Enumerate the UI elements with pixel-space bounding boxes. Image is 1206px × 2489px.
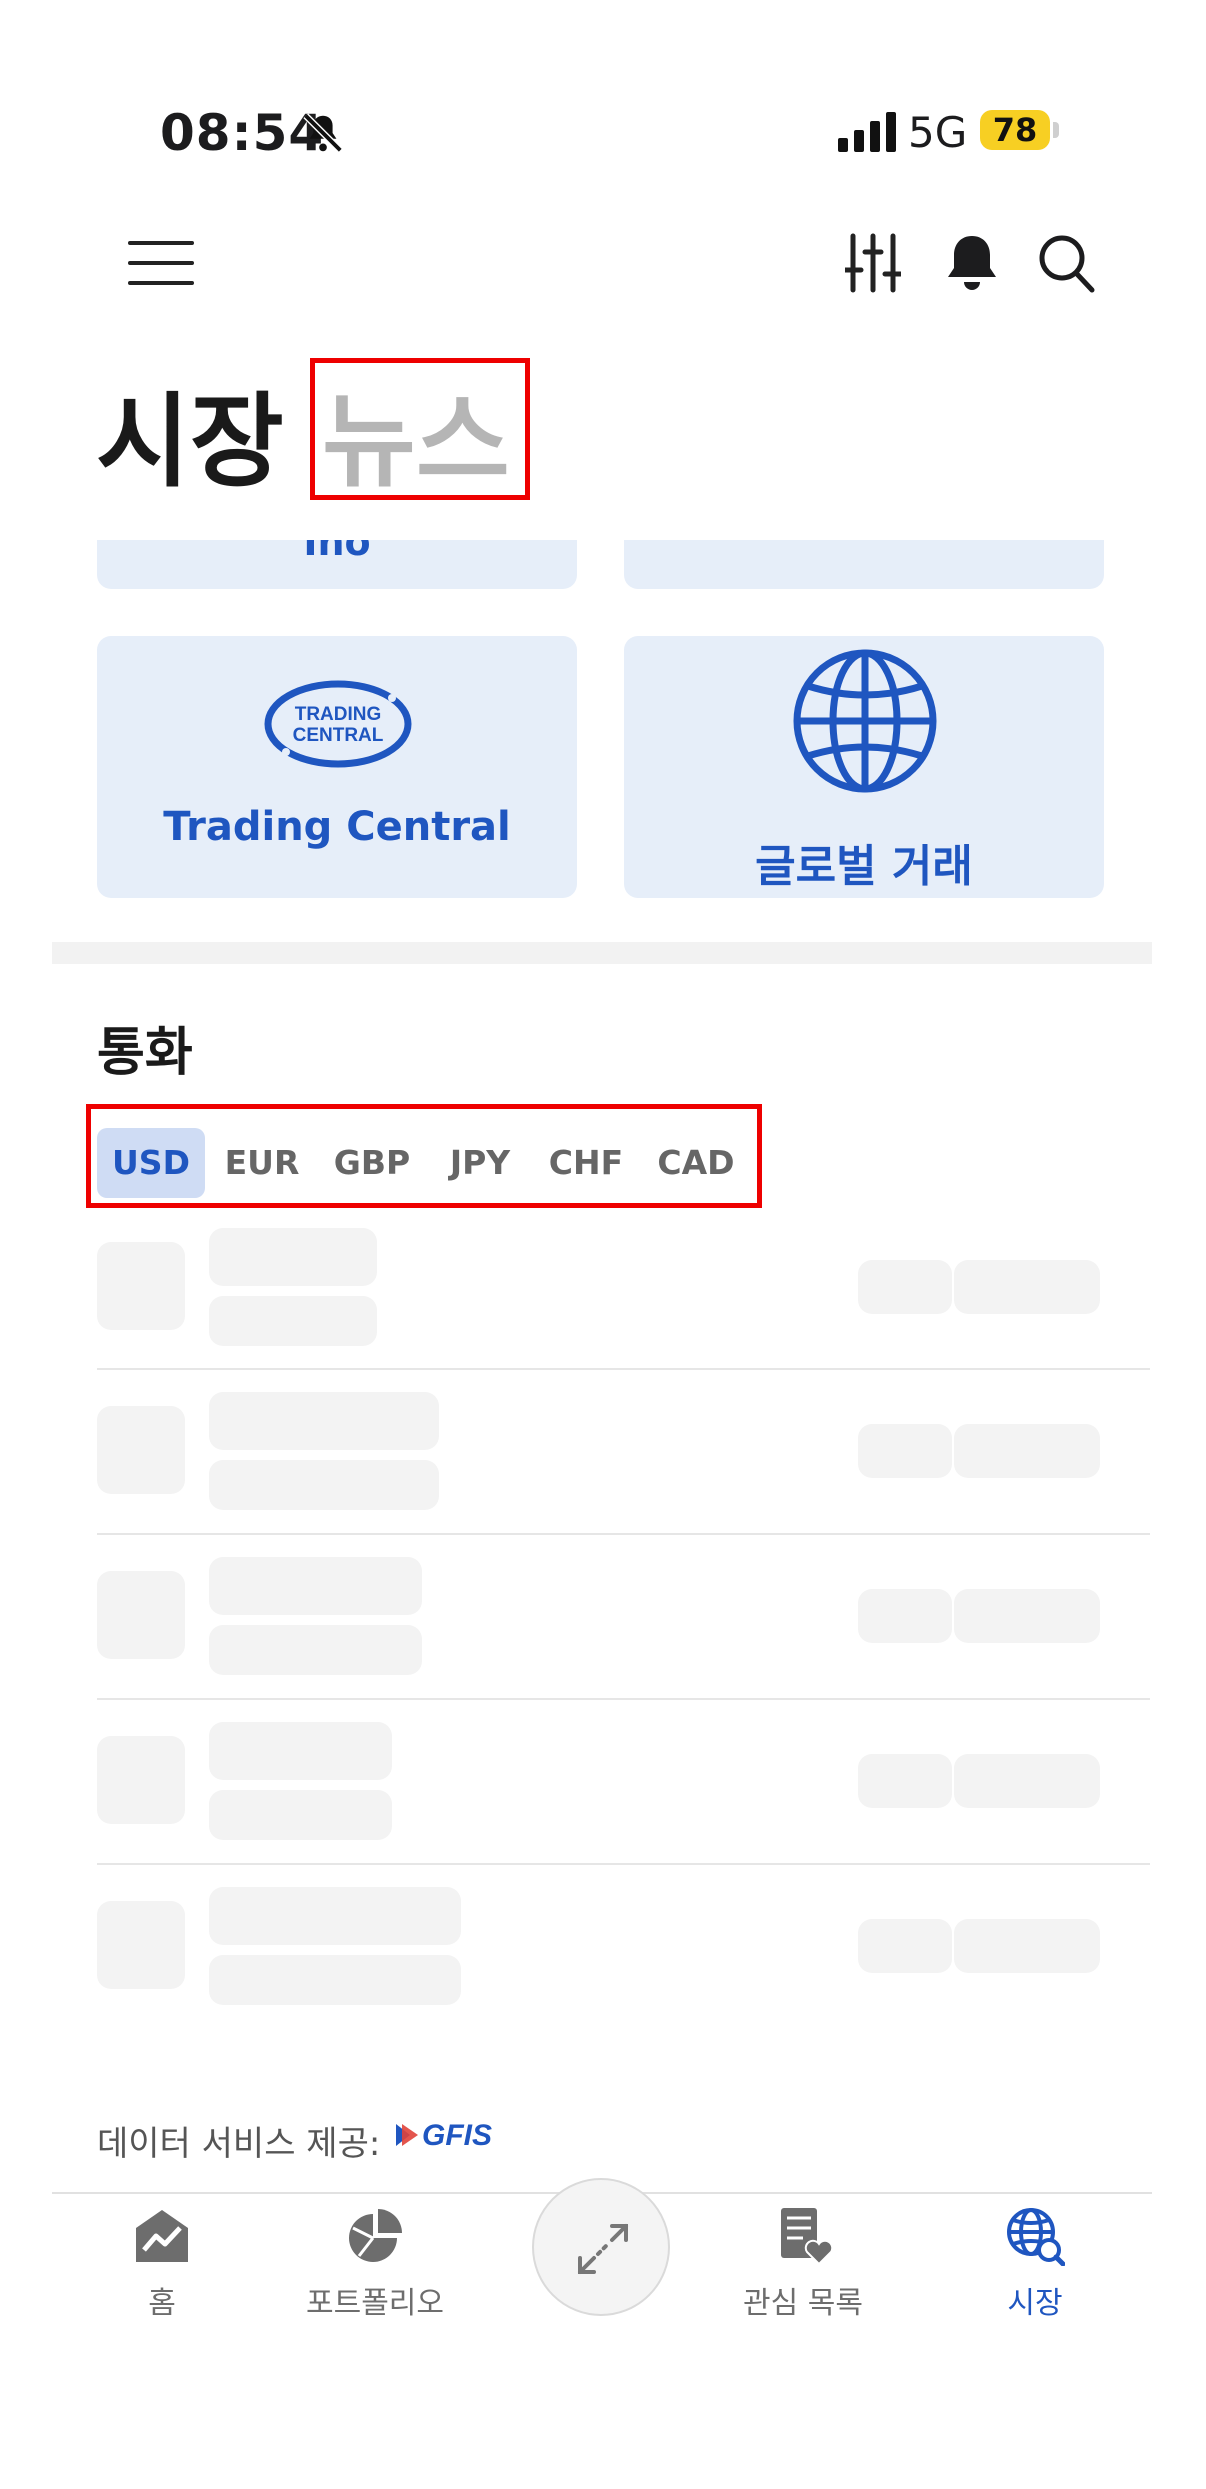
skeleton-value <box>858 1919 952 1973</box>
skeleton-subtitle <box>209 1790 392 1840</box>
battery-icon: 78 <box>980 110 1060 154</box>
cellular-signal-icon <box>838 112 896 152</box>
skeleton-title <box>209 1228 377 1286</box>
global-trading-card[interactable]: 글로벌 거래 <box>624 636 1104 898</box>
skeleton-value <box>858 1754 952 1808</box>
skeleton-title <box>209 1392 439 1450</box>
globe-icon <box>793 649 937 793</box>
skeleton-value <box>858 1424 952 1478</box>
search-icon[interactable] <box>1036 232 1096 294</box>
notification-bell-icon[interactable] <box>944 232 1000 292</box>
skeleton-change <box>954 1589 1100 1643</box>
skeleton-title <box>209 1557 422 1615</box>
market-globe-icon <box>1007 2208 1065 2266</box>
highlight-box-currency-tabs <box>86 1104 762 1208</box>
skeleton-avatar <box>97 1406 185 1494</box>
skeleton-value <box>858 1589 952 1643</box>
nav-market[interactable]: 시장 <box>950 2206 1120 2322</box>
skeleton-change <box>954 1919 1100 1973</box>
gfis-logo-text: GFIS <box>422 2119 492 2152</box>
skeleton-avatar <box>97 1571 185 1659</box>
expand-fab-button[interactable] <box>532 2178 670 2316</box>
gfis-logo-icon: GFIS <box>396 2119 492 2152</box>
trading-central-card[interactable]: TRADING CENTRAL Trading Central <box>97 636 577 898</box>
trading-central-logo-icon: TRADING CENTRAL <box>264 680 412 768</box>
nav-portfolio-label: 포트폴리오 <box>306 2286 444 2321</box>
watchlist-icon <box>781 2208 833 2266</box>
skeleton-subtitle <box>209 1296 377 1346</box>
skeleton-avatar <box>97 1736 185 1824</box>
nav-portfolio[interactable]: 포트폴리오 <box>290 2206 460 2322</box>
skeleton-value <box>858 1260 952 1314</box>
skeleton-change <box>954 1424 1100 1478</box>
nav-home-label: 홈 <box>148 2286 176 2321</box>
network-type: 5G <box>908 108 968 157</box>
currency-section-title: 통화 <box>97 1023 193 1083</box>
data-provider-label: 데이터 서비스 제공: <box>97 2124 381 2164</box>
nav-market-label: 시장 <box>1007 2286 1063 2321</box>
nav-watchlist[interactable]: 관심 목록 <box>718 2206 888 2322</box>
skeleton-change <box>954 1754 1100 1808</box>
pie-chart-icon <box>349 2209 402 2262</box>
global-trading-label: 글로벌 거래 <box>755 841 973 892</box>
row-divider <box>97 1533 1150 1535</box>
row-divider <box>97 1368 1150 1370</box>
card-partial-right[interactable] <box>624 540 1104 589</box>
skeleton-change <box>954 1260 1100 1314</box>
skeleton-title <box>209 1722 392 1780</box>
skeleton-subtitle <box>209 1625 422 1675</box>
skeleton-subtitle <box>209 1460 439 1510</box>
section-divider <box>52 942 1152 964</box>
tc-logo-line2: CENTRAL <box>293 725 384 746</box>
row-divider <box>97 1698 1150 1700</box>
skeleton-avatar <box>97 1242 185 1330</box>
menu-icon[interactable] <box>128 238 194 288</box>
battery-level: 78 <box>980 110 1050 150</box>
skeleton-subtitle <box>209 1955 461 2005</box>
battery-tip <box>1053 122 1059 138</box>
card-partial-left[interactable]: Ino <box>97 540 577 589</box>
trading-central-label: Trading Central <box>163 804 511 850</box>
page-title[interactable]: 시장 <box>96 360 284 507</box>
home-chart-icon <box>136 2210 188 2262</box>
highlight-box-news <box>310 358 530 500</box>
nav-home[interactable]: 홈 <box>77 2206 247 2322</box>
tc-logo-line1: TRADING <box>295 704 382 725</box>
nav-watchlist-label: 관심 목록 <box>743 2286 863 2321</box>
expand-arrows-icon <box>578 2224 628 2274</box>
filter-sliders-icon[interactable] <box>845 232 901 294</box>
card-partial-label: Ino <box>303 540 371 564</box>
row-divider <box>97 1863 1150 1865</box>
skeleton-avatar <box>97 1901 185 1989</box>
bell-muted-icon <box>303 113 343 153</box>
skeleton-title <box>209 1887 461 1945</box>
